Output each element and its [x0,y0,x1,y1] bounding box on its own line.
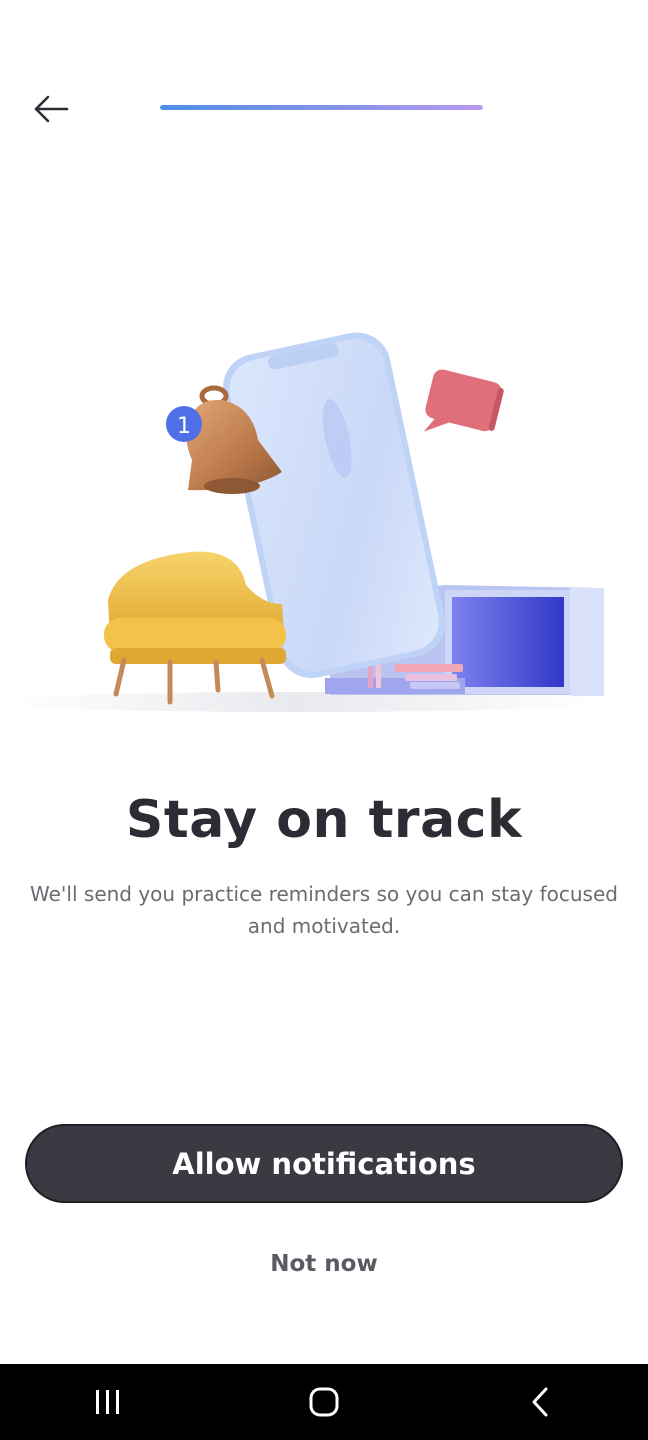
progress-fill [160,105,483,110]
recents-icon [96,1390,119,1414]
badge-count: 1 [177,414,191,439]
page-subtitle: We'll send you practice reminders so you… [30,882,618,938]
page-title: Stay on track [125,790,523,850]
system-navigation-bar [0,1364,648,1440]
home-button[interactable] [284,1372,364,1432]
onboarding-progress-bar [160,105,483,110]
notification-illustration: 1 [0,332,604,712]
notification-permission-screen: 1 Stay on track We'll send you practice … [0,0,648,1440]
armchair-illustration [104,551,286,705]
home-icon [309,1387,339,1417]
chat-bubble-illustration [423,369,504,432]
back-button[interactable] [26,86,76,132]
not-now-button[interactable]: Not now [224,1240,424,1288]
arrow-left-icon [34,95,69,123]
notification-count-badge: 1 [166,406,202,442]
back-chevron-icon [532,1387,548,1417]
system-back-button[interactable] [500,1372,580,1432]
recents-button[interactable] [68,1372,148,1432]
allow-notifications-button[interactable]: Allow notifications [25,1124,623,1203]
